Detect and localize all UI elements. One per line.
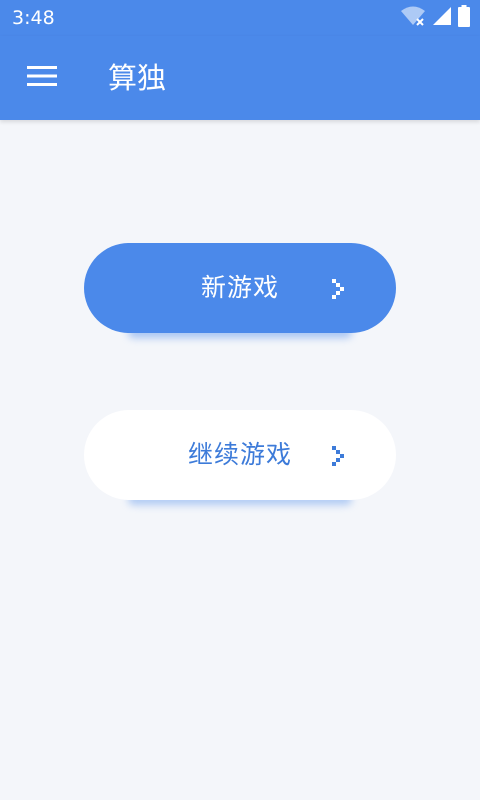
status-time: 3:48 xyxy=(12,7,55,29)
new-game-label: 新游戏 xyxy=(200,273,279,302)
chevron-right-icon xyxy=(330,444,346,468)
new-game-button[interactable]: 新游戏 xyxy=(84,243,396,333)
status-icons xyxy=(400,5,470,31)
continue-game-button[interactable]: 继续游戏 xyxy=(84,410,396,500)
status-bar: 3:48 xyxy=(0,0,480,36)
battery-icon xyxy=(458,5,470,31)
app-bar: 算独 xyxy=(0,36,480,120)
menu-icon xyxy=(27,65,57,91)
app-title: 算独 xyxy=(108,61,167,95)
continue-game-label: 继续游戏 xyxy=(187,440,292,469)
chevron-right-icon xyxy=(330,277,346,301)
wifi-off-icon xyxy=(400,5,426,31)
menu-button[interactable] xyxy=(24,62,60,94)
cell-signal-icon xyxy=(432,6,452,30)
